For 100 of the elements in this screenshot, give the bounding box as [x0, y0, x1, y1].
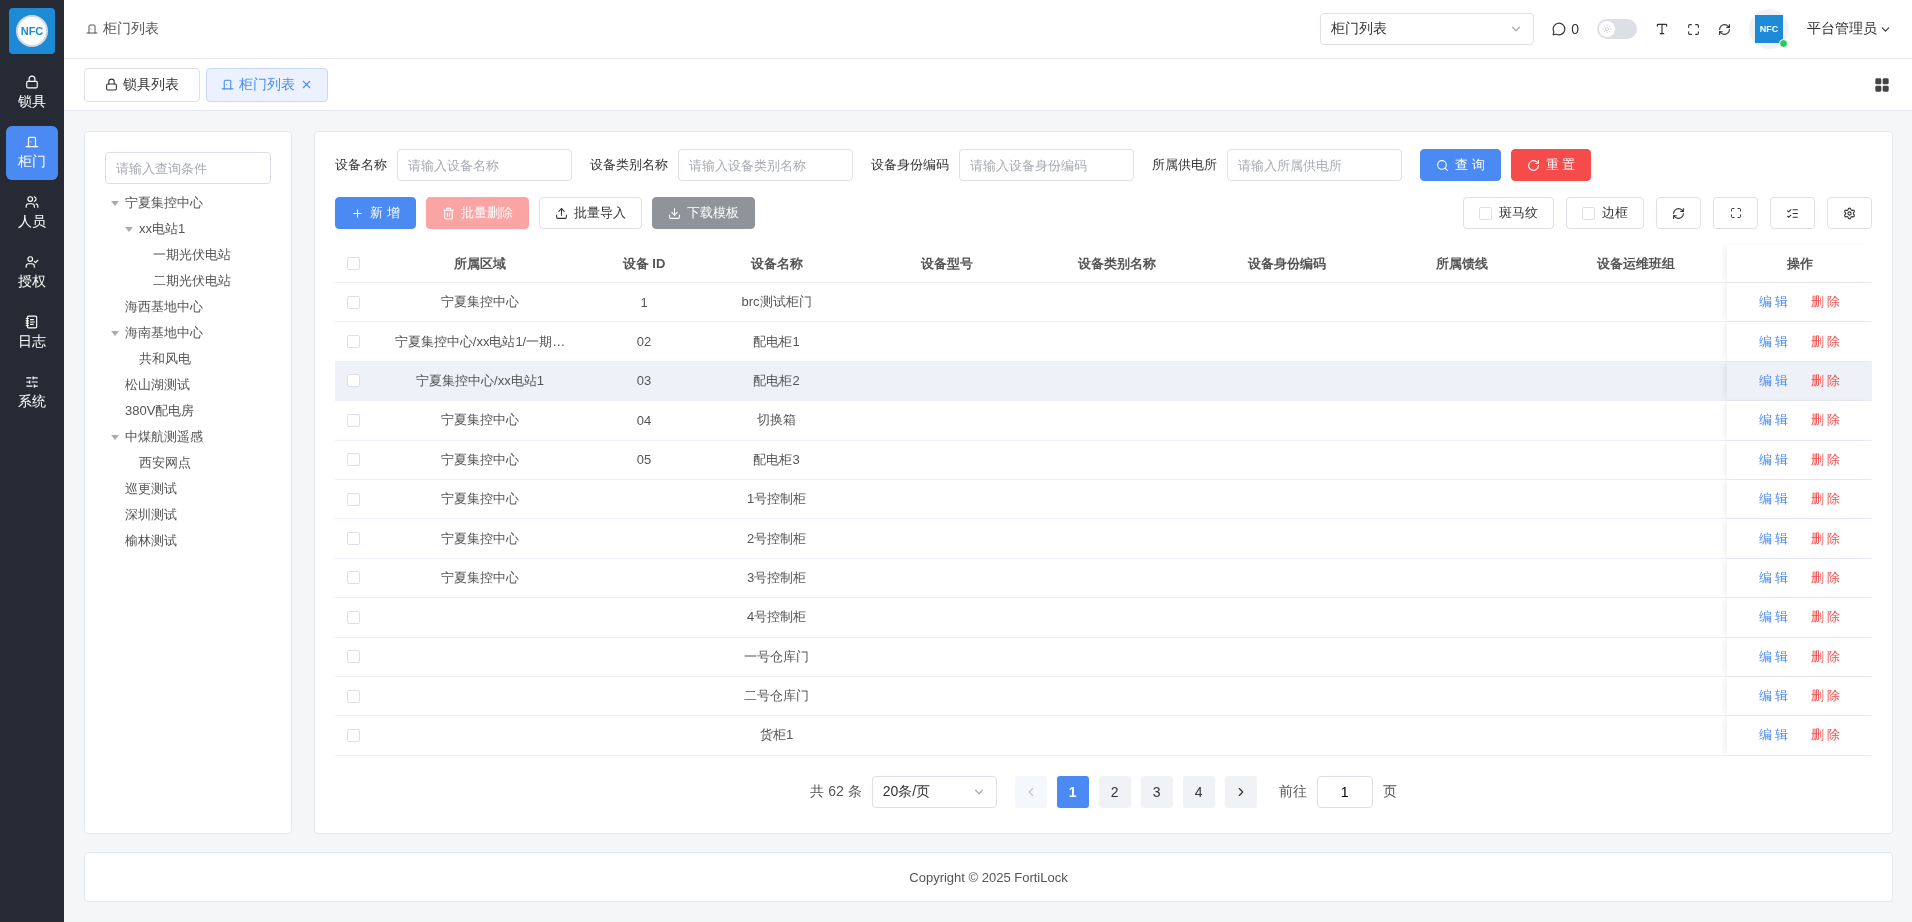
- edit-link[interactable]: 编 辑: [1758, 529, 1789, 548]
- tree-item[interactable]: 巡更测试: [125, 480, 177, 498]
- edit-link[interactable]: 编 辑: [1758, 450, 1789, 469]
- table-row[interactable]: 宁夏集控中心 04 切换箱 编 辑 删 除: [335, 401, 1872, 441]
- delete-link[interactable]: 删 除: [1810, 529, 1841, 548]
- theme-toggle[interactable]: [1597, 19, 1637, 39]
- refresh-icon[interactable]: [1718, 22, 1731, 36]
- delete-link[interactable]: 删 除: [1810, 687, 1841, 706]
- user-avatar[interactable]: NFC: [1749, 9, 1789, 49]
- delete-link[interactable]: 删 除: [1810, 411, 1841, 430]
- grid-icon[interactable]: [1874, 76, 1890, 93]
- action-button[interactable]: 批量导入: [538, 197, 642, 229]
- edit-link[interactable]: 编 辑: [1758, 608, 1789, 627]
- page-button[interactable]: 3: [1140, 775, 1173, 808]
- tree-item[interactable]: 中煤航测遥感: [125, 428, 203, 446]
- table-row[interactable]: 宁夏集控中心/xx电站1 03 配电柜2 编 辑 删 除: [335, 361, 1872, 402]
- row-checkbox[interactable]: [346, 689, 360, 703]
- delete-link[interactable]: 删 除: [1810, 490, 1841, 509]
- tree-item[interactable]: 榆林测试: [125, 532, 177, 550]
- row-checkbox[interactable]: [346, 571, 360, 585]
- table-row[interactable]: 宁夏集控中心 05 配电柜3 编 辑 删 除: [335, 440, 1872, 480]
- edit-link[interactable]: 编 辑: [1758, 293, 1789, 312]
- table-row[interactable]: 货柜1 编 辑 删 除: [335, 716, 1872, 756]
- filter-field[interactable]: 请输入设备身份编码: [959, 149, 1134, 181]
- tree-item[interactable]: 一期光伏电站: [153, 246, 231, 264]
- table-row[interactable]: 宁夏集控中心 3号控制柜 编 辑 删 除: [335, 558, 1872, 599]
- tree-item[interactable]: xx电站1: [139, 220, 186, 238]
- row-checkbox[interactable]: [346, 335, 360, 349]
- prev-page-button[interactable]: [1014, 775, 1047, 808]
- user-menu[interactable]: 平台管理员: [1807, 20, 1892, 38]
- edit-link[interactable]: 编 辑: [1758, 687, 1789, 706]
- page-tab[interactable]: 锁具列表: [84, 67, 200, 102]
- row-checkbox[interactable]: [346, 532, 360, 546]
- table-row[interactable]: 宁夏集控中心 1 brc测试柜门 编 辑 删 除: [335, 283, 1872, 323]
- option-checkbox[interactable]: 边框: [1566, 197, 1644, 229]
- option-checkbox[interactable]: 斑马纹: [1463, 197, 1554, 229]
- table-row[interactable]: 一号仓库门 编 辑 删 除: [335, 637, 1872, 677]
- tree-item[interactable]: 海南基地中心: [125, 324, 203, 342]
- row-checkbox[interactable]: [346, 374, 360, 388]
- tree-item[interactable]: 共和风电: [139, 350, 191, 368]
- fullscreen-icon[interactable]: [1687, 22, 1700, 36]
- table-row[interactable]: 宁夏集控中心 2号控制柜 编 辑 删 除: [335, 519, 1872, 559]
- page-size-select[interactable]: 20条/页: [871, 775, 997, 808]
- settings-button[interactable]: [1827, 197, 1872, 229]
- tree-item[interactable]: 深圳测试: [125, 506, 177, 524]
- sidebar-item[interactable]: 授权: [6, 246, 58, 300]
- row-checkbox[interactable]: [346, 492, 360, 506]
- row-checkbox[interactable]: [346, 729, 360, 742]
- select-all-checkbox[interactable]: [346, 257, 360, 270]
- edit-link[interactable]: 编 辑: [1758, 647, 1789, 666]
- edit-link[interactable]: 编 辑: [1758, 332, 1789, 351]
- sidebar-item[interactable]: 系统: [6, 366, 58, 420]
- filter-field[interactable]: 请输入所属供电所: [1227, 149, 1402, 181]
- columns-button[interactable]: [1770, 197, 1815, 229]
- delete-link[interactable]: 删 除: [1810, 450, 1841, 469]
- tree-item[interactable]: 松山湖测试: [125, 376, 190, 394]
- tree-item[interactable]: 380V配电房: [125, 402, 195, 420]
- font-size-icon[interactable]: [1655, 22, 1669, 36]
- row-checkbox[interactable]: [346, 295, 360, 309]
- table-row[interactable]: 宁夏集控中心 1号控制柜 编 辑 删 除: [335, 479, 1872, 520]
- caret-icon[interactable]: [111, 199, 119, 207]
- delete-link[interactable]: 删 除: [1810, 332, 1841, 351]
- caret-icon[interactable]: [111, 329, 119, 337]
- filter-field[interactable]: 请输入设备类别名称: [678, 149, 853, 181]
- close-icon[interactable]: [300, 78, 313, 91]
- refresh-button[interactable]: [1656, 197, 1701, 229]
- table-row[interactable]: 二号仓库门 编 辑 删 除: [335, 676, 1872, 717]
- edit-link[interactable]: 编 辑: [1758, 726, 1789, 745]
- page-button[interactable]: 4: [1182, 775, 1215, 808]
- filter-field[interactable]: 请输入设备名称: [397, 149, 572, 181]
- row-checkbox[interactable]: [346, 413, 360, 427]
- table-row[interactable]: 宁夏集控中心/xx电站1/一期… 02 配电柜1 编 辑 删 除: [335, 322, 1872, 362]
- delete-link[interactable]: 删 除: [1810, 293, 1841, 312]
- sidebar-item[interactable]: 锁具: [6, 66, 58, 120]
- sidebar-item[interactable]: 日志: [6, 306, 58, 360]
- row-checkbox[interactable]: [346, 610, 360, 624]
- tree-search-field[interactable]: 请输入查询条件: [105, 152, 271, 184]
- delete-link[interactable]: 删 除: [1810, 726, 1841, 745]
- goto-page-field[interactable]: 1: [1316, 775, 1373, 808]
- page-button[interactable]: 2: [1098, 775, 1131, 808]
- tree-item[interactable]: 宁夏集控中心: [125, 194, 203, 212]
- caret-icon[interactable]: [111, 433, 119, 441]
- caret-icon[interactable]: [125, 225, 133, 233]
- table-row[interactable]: 4号控制柜 编 辑 删 除: [335, 598, 1872, 638]
- edit-link[interactable]: 编 辑: [1758, 490, 1789, 509]
- menu-select[interactable]: 柜门列表: [1320, 13, 1535, 45]
- tree-item[interactable]: 西安网点: [139, 454, 191, 472]
- edit-link[interactable]: 编 辑: [1758, 568, 1789, 587]
- tree-item[interactable]: 海西基地中心: [125, 298, 203, 316]
- row-checkbox[interactable]: [346, 650, 360, 664]
- tree-item[interactable]: 二期光伏电站: [153, 272, 231, 290]
- fullscreen-button[interactable]: [1713, 197, 1758, 229]
- message-count[interactable]: 0: [1552, 21, 1579, 37]
- next-page-button[interactable]: [1224, 775, 1257, 808]
- delete-link[interactable]: 删 除: [1810, 608, 1841, 627]
- delete-link[interactable]: 删 除: [1810, 568, 1841, 587]
- sidebar-item[interactable]: 人员: [6, 186, 58, 240]
- edit-link[interactable]: 编 辑: [1758, 411, 1789, 430]
- row-checkbox[interactable]: [346, 453, 360, 467]
- delete-link[interactable]: 删 除: [1810, 647, 1841, 666]
